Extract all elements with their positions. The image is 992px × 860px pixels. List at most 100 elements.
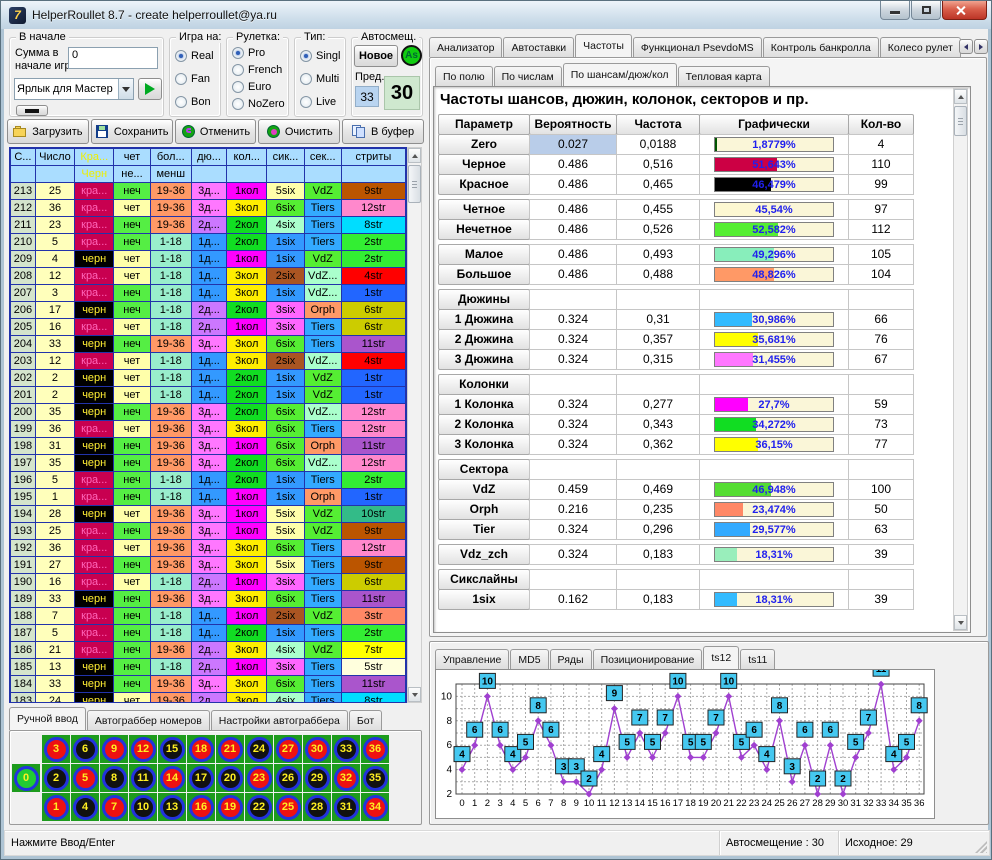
number-button-33[interactable]: 33: [332, 735, 360, 763]
column-header[interactable]: кол...: [227, 149, 267, 166]
freq-param-button[interactable]: Сикслайны: [438, 569, 530, 590]
freq-param-button[interactable]: 1 Дюжина: [438, 309, 530, 330]
titlebar[interactable]: 7 HelperRoullet 8.7 - create helperroull…: [1, 1, 992, 29]
number-button-12[interactable]: 12: [129, 735, 157, 763]
series-tab-3[interactable]: Ряды: [550, 649, 592, 669]
freq-param-button[interactable]: Zero: [438, 134, 530, 155]
preset-combobox[interactable]: Ярлык для Мастер: [14, 78, 134, 100]
number-button-34[interactable]: 34: [361, 793, 389, 821]
freq-param-button[interactable]: Нечетное: [438, 219, 530, 240]
freq-param-button[interactable]: Orph: [438, 499, 530, 520]
column-header[interactable]: [341, 166, 405, 183]
number-button-36[interactable]: 36: [361, 735, 389, 763]
ruletka-option-nozero[interactable]: NoZero: [232, 98, 285, 110]
toolbar-button-1[interactable]: Загрузить: [7, 119, 89, 144]
column-header[interactable]: чет: [114, 149, 150, 166]
freq-column-header[interactable]: Частота: [616, 114, 700, 135]
history-row[interactable]: 2012чернчет1-181д...2кол1sixVdZ1str: [11, 387, 406, 404]
tabs-scroll-right-icon[interactable]: [974, 39, 988, 54]
history-row[interactable]: 19936кра...чет19-363д...3кол6sixTiers12s…: [11, 421, 406, 438]
freq-param-button[interactable]: Tier: [438, 519, 530, 540]
radio-icon[interactable]: [300, 50, 312, 62]
number-button-29[interactable]: 29: [303, 764, 331, 792]
freq-column-header[interactable]: Графически: [699, 114, 849, 135]
number-button-1[interactable]: 1: [42, 793, 70, 821]
history-row[interactable]: 20812кра...чет1-181д...3кол2sixVdZ...4st…: [11, 268, 406, 285]
collapse-button[interactable]: [16, 105, 48, 116]
number-button-9[interactable]: 9: [100, 735, 128, 763]
sub-tab-4[interactable]: Тепловая карта: [678, 66, 770, 86]
freq-param-button[interactable]: Vdz_zch: [438, 544, 530, 565]
freq-column-header[interactable]: Вероятность: [529, 114, 617, 135]
number-button-14[interactable]: 14: [158, 764, 186, 792]
history-row[interactable]: 19236кра...чет19-363д...3кол6sixTiers12s…: [11, 540, 406, 557]
column-header[interactable]: [11, 166, 36, 183]
input-tab-2[interactable]: Автограббер номеров: [87, 710, 210, 730]
history-row[interactable]: 21123кра...неч19-362д...2кол4sixTiers8st…: [11, 217, 406, 234]
scrollbar-thumb[interactable]: [408, 165, 421, 203]
history-row[interactable]: 20433черннеч19-363д...3кол6sixTiers11str: [11, 336, 406, 353]
number-button-0[interactable]: 0: [12, 764, 40, 792]
radio-icon[interactable]: [300, 96, 312, 108]
history-row[interactable]: 20516кра...чет1-182д...1кол3sixTiers6str: [11, 319, 406, 336]
scroll-up-icon[interactable]: [408, 148, 421, 163]
history-row[interactable]: 2022чернчет1-181д...2кол1sixVdZ1str: [11, 370, 406, 387]
toolbar-button-3[interactable]: Отменить: [175, 119, 257, 144]
number-button-10[interactable]: 10: [129, 793, 157, 821]
series-tab-1[interactable]: Управление: [435, 649, 509, 669]
ruletka-option-pro[interactable]: Pro: [232, 47, 265, 59]
number-button-19[interactable]: 19: [216, 793, 244, 821]
freq-column-header[interactable]: Параметр: [438, 114, 530, 135]
column-header[interactable]: Число: [35, 149, 74, 166]
number-button-26[interactable]: 26: [274, 764, 302, 792]
main-tab-5[interactable]: Контроль банкролла: [763, 37, 879, 57]
tip-option-singl[interactable]: Singl: [300, 50, 340, 62]
history-row[interactable]: 18513черннеч1-182д...1кол3sixTiers5str: [11, 659, 406, 676]
number-button-25[interactable]: 25: [274, 793, 302, 821]
minimize-button[interactable]: [880, 1, 910, 20]
radio-icon[interactable]: [175, 73, 187, 85]
freq-param-button[interactable]: VdZ: [438, 479, 530, 500]
input-tab-3[interactable]: Настройки автограббера: [211, 710, 348, 730]
column-header[interactable]: сек...: [304, 149, 341, 166]
new-button[interactable]: Новое: [354, 45, 398, 67]
column-header[interactable]: [227, 166, 267, 183]
history-row[interactable]: 2073кра...неч1-181д...3кол1sixVdZ...1str: [11, 285, 406, 302]
radio-icon[interactable]: [232, 47, 244, 59]
radio-icon[interactable]: [232, 81, 244, 93]
ruletka-option-french[interactable]: French: [232, 64, 282, 76]
toolbar-button-5[interactable]: В буфер: [342, 119, 424, 144]
scrollbar-thumb[interactable]: [954, 106, 967, 136]
history-table-scrollbar[interactable]: [407, 147, 422, 703]
number-button-2[interactable]: 2: [42, 764, 70, 792]
number-button-32[interactable]: 32: [332, 764, 360, 792]
column-header[interactable]: Кра...: [75, 149, 114, 166]
number-button-30[interactable]: 30: [303, 735, 331, 763]
input-tab-1[interactable]: Ручной ввод: [9, 707, 86, 730]
number-button-35[interactable]: 35: [361, 764, 389, 792]
history-row[interactable]: 21325кра...неч19-363д...1кол5sixVdZ9str: [11, 183, 406, 200]
history-row[interactable]: 1887кра...неч1-181д...1кол2sixVdZ3str: [11, 608, 406, 625]
radio-icon[interactable]: [232, 64, 244, 76]
number-button-15[interactable]: 15: [158, 735, 186, 763]
history-row[interactable]: 20617черннеч1-182д...2кол3sixOrph6str: [11, 302, 406, 319]
history-row[interactable]: 1875кра...неч1-181д...2кол1sixTiers2str: [11, 625, 406, 642]
number-button-11[interactable]: 11: [129, 764, 157, 792]
series-tab-5[interactable]: ts12: [703, 646, 739, 669]
history-row[interactable]: 18621кра...неч19-362д...3кол4sixVdZ7str: [11, 642, 406, 659]
history-row[interactable]: 19016кра...чет1-182д...1кол3sixTiers6str: [11, 574, 406, 591]
column-header[interactable]: Черн: [75, 166, 114, 183]
ruletka-option-euro[interactable]: Euro: [232, 81, 271, 93]
number-button-5[interactable]: 5: [71, 764, 99, 792]
freq-param-button[interactable]: Четное: [438, 199, 530, 220]
column-header[interactable]: сик...: [267, 149, 304, 166]
number-button-27[interactable]: 27: [274, 735, 302, 763]
column-header[interactable]: стриты: [341, 149, 405, 166]
number-button-31[interactable]: 31: [332, 793, 360, 821]
history-row[interactable]: 19735черннеч19-363д...2кол6sixVdZ...12st…: [11, 455, 406, 472]
column-header[interactable]: менш: [150, 166, 191, 183]
column-header[interactable]: [267, 166, 304, 183]
number-button-18[interactable]: 18: [187, 735, 215, 763]
number-button-7[interactable]: 7: [100, 793, 128, 821]
number-button-3[interactable]: 3: [42, 735, 70, 763]
